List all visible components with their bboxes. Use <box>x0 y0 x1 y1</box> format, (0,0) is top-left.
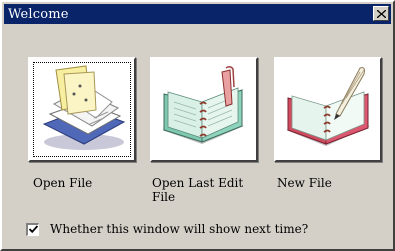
open-file-button[interactable] <box>28 57 136 162</box>
show-next-time-label[interactable]: Whether this window will show next time? <box>50 222 308 236</box>
window-title: Welcome <box>8 6 69 22</box>
open-file-icon <box>42 64 126 150</box>
checkmark-icon <box>28 225 38 234</box>
open-last-edit-icon <box>162 65 244 144</box>
open-last-edit-file-button[interactable] <box>150 57 258 162</box>
welcome-dialog: Welcome Open File Open Last Edit File Ne… <box>0 0 395 251</box>
new-file-button[interactable] <box>274 57 382 162</box>
show-next-time-option: Whether this window will show next time? <box>26 222 308 236</box>
open-file-label[interactable]: Open File <box>33 176 133 190</box>
close-icon <box>376 9 386 18</box>
new-file-label[interactable]: New File <box>277 176 377 190</box>
close-button[interactable] <box>373 6 389 21</box>
open-last-edit-file-label[interactable]: Open Last Edit File <box>152 176 252 204</box>
new-file-icon <box>286 66 370 146</box>
title-bar[interactable]: Welcome <box>4 4 391 24</box>
show-next-time-checkbox[interactable] <box>26 222 39 236</box>
